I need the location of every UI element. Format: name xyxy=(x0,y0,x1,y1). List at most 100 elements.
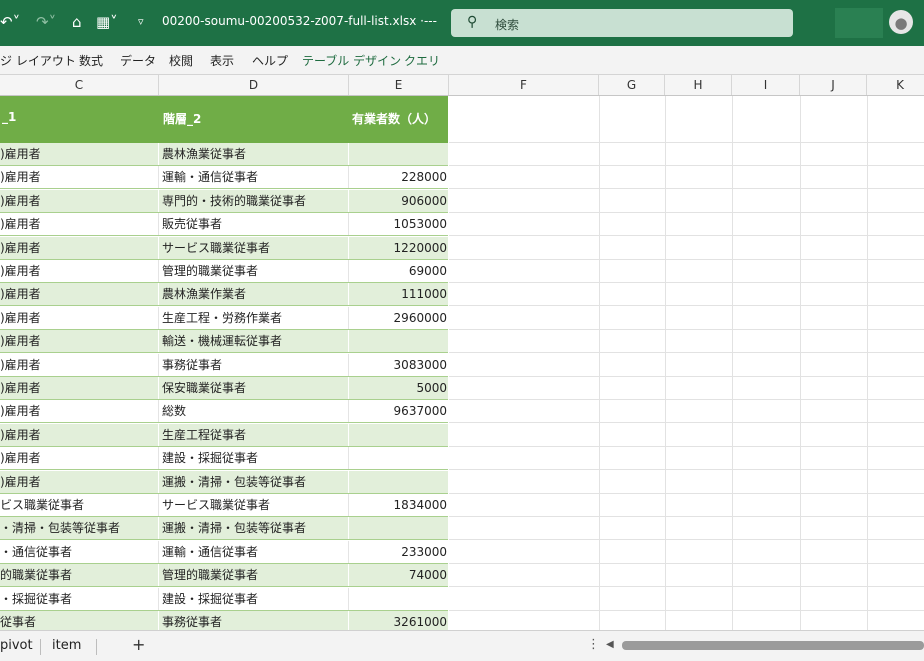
cell-level-2[interactable]: 建設・採掘従事者 xyxy=(162,588,348,610)
column-header-h[interactable]: H xyxy=(665,75,732,95)
cell-workers-count[interactable] xyxy=(350,143,447,165)
worksheet-grid[interactable]: _1 階層_2 有業者数（人） )雇用者 農林漁業従事者)雇用者 運輸・通信従事者 2… xyxy=(0,96,924,630)
cell-level-2[interactable]: 運搬・清掃・包装等従事者 xyxy=(162,471,348,493)
cell-workers-count[interactable] xyxy=(350,447,447,469)
cell-workers-count[interactable]: 2960000 xyxy=(350,307,447,329)
cell-level-2[interactable]: 農林漁業作業者 xyxy=(162,283,348,305)
cell-level-1[interactable]: 従事者 xyxy=(0,611,157,630)
tab-review[interactable]: 校閲 xyxy=(169,52,193,69)
cell-workers-count[interactable] xyxy=(350,330,447,352)
cell-level-1[interactable]: )雇用者 xyxy=(0,260,157,282)
cell-level-1[interactable]: ビス職業従事者 xyxy=(0,494,157,516)
format-icon[interactable]: ▦˅ xyxy=(96,10,118,34)
cell-level-2[interactable]: 運搬・清掃・包装等従事者 xyxy=(162,517,348,539)
cell-level-1[interactable]: )雇用者 xyxy=(0,143,157,165)
cell-level-2[interactable]: 農林漁業従事者 xyxy=(162,143,348,165)
tab-data[interactable]: データ xyxy=(120,52,156,69)
folder-open-icon[interactable]: ⌂ xyxy=(72,10,82,34)
cell-level-1[interactable]: ・清掃・包装等従事者 xyxy=(0,517,157,539)
column-header-k[interactable]: K xyxy=(867,75,924,95)
table-header-d[interactable]: 階層_2 xyxy=(163,110,201,127)
cell-level-1[interactable]: )雇用者 xyxy=(0,471,157,493)
column-header-d[interactable]: D xyxy=(159,75,349,95)
column-header-i[interactable]: I xyxy=(732,75,800,95)
cell-workers-count[interactable]: 3261000 xyxy=(350,611,447,630)
cell-level-1[interactable]: )雇用者 xyxy=(0,400,157,422)
cell-level-1[interactable]: 的職業従事者 xyxy=(0,564,157,586)
cell-border xyxy=(158,611,159,630)
cell-level-1[interactable]: ・採掘従事者 xyxy=(0,588,157,610)
cell-level-1[interactable]: )雇用者 xyxy=(0,283,157,305)
cell-level-2[interactable]: 専門的・技術的職業従事者 xyxy=(162,190,348,212)
sheet-tab-pivot[interactable]: pivot xyxy=(0,638,33,653)
column-header-g[interactable]: G xyxy=(599,75,665,95)
cell-workers-count[interactable] xyxy=(350,424,447,446)
account-name-box[interactable] xyxy=(835,8,883,38)
cell-level-2[interactable]: 管理的職業従事者 xyxy=(162,260,348,282)
cell-level-1[interactable]: )雇用者 xyxy=(0,307,157,329)
sheet-tab-item[interactable]: item xyxy=(52,638,81,653)
cell-level-1[interactable]: )雇用者 xyxy=(0,190,157,212)
cell-level-2[interactable]: サービス職業従事者 xyxy=(162,237,348,259)
cell-workers-count[interactable] xyxy=(350,471,447,493)
cell-level-2[interactable]: 輸送・機械運転従事者 xyxy=(162,330,348,352)
column-header-e[interactable]: E xyxy=(349,75,449,95)
column-header-c[interactable]: C xyxy=(0,75,159,95)
cell-level-1[interactable]: )雇用者 xyxy=(0,213,157,235)
cell-level-1[interactable]: )雇用者 xyxy=(0,354,157,376)
cell-workers-count[interactable]: 5000 xyxy=(350,377,447,399)
cell-level-1[interactable]: )雇用者 xyxy=(0,166,157,188)
tab-query[interactable]: クエリ xyxy=(404,52,440,69)
cell-workers-count[interactable]: 3083000 xyxy=(350,354,447,376)
person-icon[interactable]: ● xyxy=(889,10,913,34)
cell-workers-count[interactable] xyxy=(350,517,447,539)
more-options-icon[interactable]: ⋮ xyxy=(587,637,600,652)
cell-level-2[interactable]: 管理的職業従事者 xyxy=(162,564,348,586)
column-header-j[interactable]: J xyxy=(800,75,867,95)
cell-level-1[interactable]: ・通信従事者 xyxy=(0,541,157,563)
cell-level-1[interactable]: )雇用者 xyxy=(0,377,157,399)
tab-page-layout[interactable]: ジ レイアウト xyxy=(0,52,76,69)
cell-level-1[interactable]: )雇用者 xyxy=(0,447,157,469)
cell-level-2[interactable]: 事務従事者 xyxy=(162,354,348,376)
cell-level-2[interactable]: 建設・採掘従事者 xyxy=(162,447,348,469)
cell-workers-count[interactable]: 228000 xyxy=(350,166,447,188)
table-row: )雇用者 サービス職業従事者 1220000 xyxy=(0,237,448,260)
cell-workers-count[interactable]: 1053000 xyxy=(350,213,447,235)
scroll-left-icon[interactable]: ◀ xyxy=(606,639,614,650)
cell-workers-count[interactable] xyxy=(350,588,447,610)
tab-help[interactable]: ヘルプ xyxy=(252,52,288,69)
cell-level-2[interactable]: 生産工程従事者 xyxy=(162,424,348,446)
cell-level-2[interactable]: 総数 xyxy=(162,400,348,422)
cell-workers-count[interactable]: 906000 xyxy=(350,190,447,212)
cell-workers-count[interactable]: 111000 xyxy=(350,283,447,305)
cell-level-2[interactable]: 販売従事者 xyxy=(162,213,348,235)
cell-level-1[interactable]: )雇用者 xyxy=(0,237,157,259)
search-box[interactable]: ⚲ 検索 xyxy=(451,9,793,37)
horizontal-scrollbar[interactable] xyxy=(622,641,924,650)
cell-level-2[interactable]: サービス職業従事者 xyxy=(162,494,348,516)
cell-level-2[interactable]: 保安職業従事者 xyxy=(162,377,348,399)
tab-view[interactable]: 表示 xyxy=(210,52,234,69)
cell-workers-count[interactable]: 69000 xyxy=(350,260,447,282)
cell-level-2[interactable]: 運輸・通信従事者 xyxy=(162,166,348,188)
undo-icon[interactable]: ↶˅ xyxy=(0,10,20,34)
cell-level-1[interactable]: )雇用者 xyxy=(0,424,157,446)
cell-level-1[interactable]: )雇用者 xyxy=(0,330,157,352)
cell-workers-count[interactable]: 9637000 xyxy=(350,400,447,422)
cell-workers-count[interactable]: 74000 xyxy=(350,564,447,586)
cell-level-2[interactable]: 生産工程・労務作業者 xyxy=(162,307,348,329)
add-sheet-button[interactable]: + xyxy=(132,635,145,654)
cell-workers-count[interactable]: 1834000 xyxy=(350,494,447,516)
cell-level-2[interactable]: 運輸・通信従事者 xyxy=(162,541,348,563)
tab-table-design[interactable]: テーブル デザイン xyxy=(302,52,401,69)
table-header-c[interactable]: _1 xyxy=(2,110,16,124)
cell-level-2[interactable]: 事務従事者 xyxy=(162,611,348,630)
column-header-f[interactable]: F xyxy=(449,75,599,95)
tab-formulas[interactable]: 数式 xyxy=(79,52,103,69)
customize-icon[interactable]: ▿ xyxy=(138,10,144,34)
cell-workers-count[interactable]: 233000 xyxy=(350,541,447,563)
table-header-e[interactable]: 有業者数（人） xyxy=(352,110,436,127)
cell-workers-count[interactable]: 1220000 xyxy=(350,237,447,259)
redo-icon[interactable]: ↷˅ xyxy=(36,10,56,34)
